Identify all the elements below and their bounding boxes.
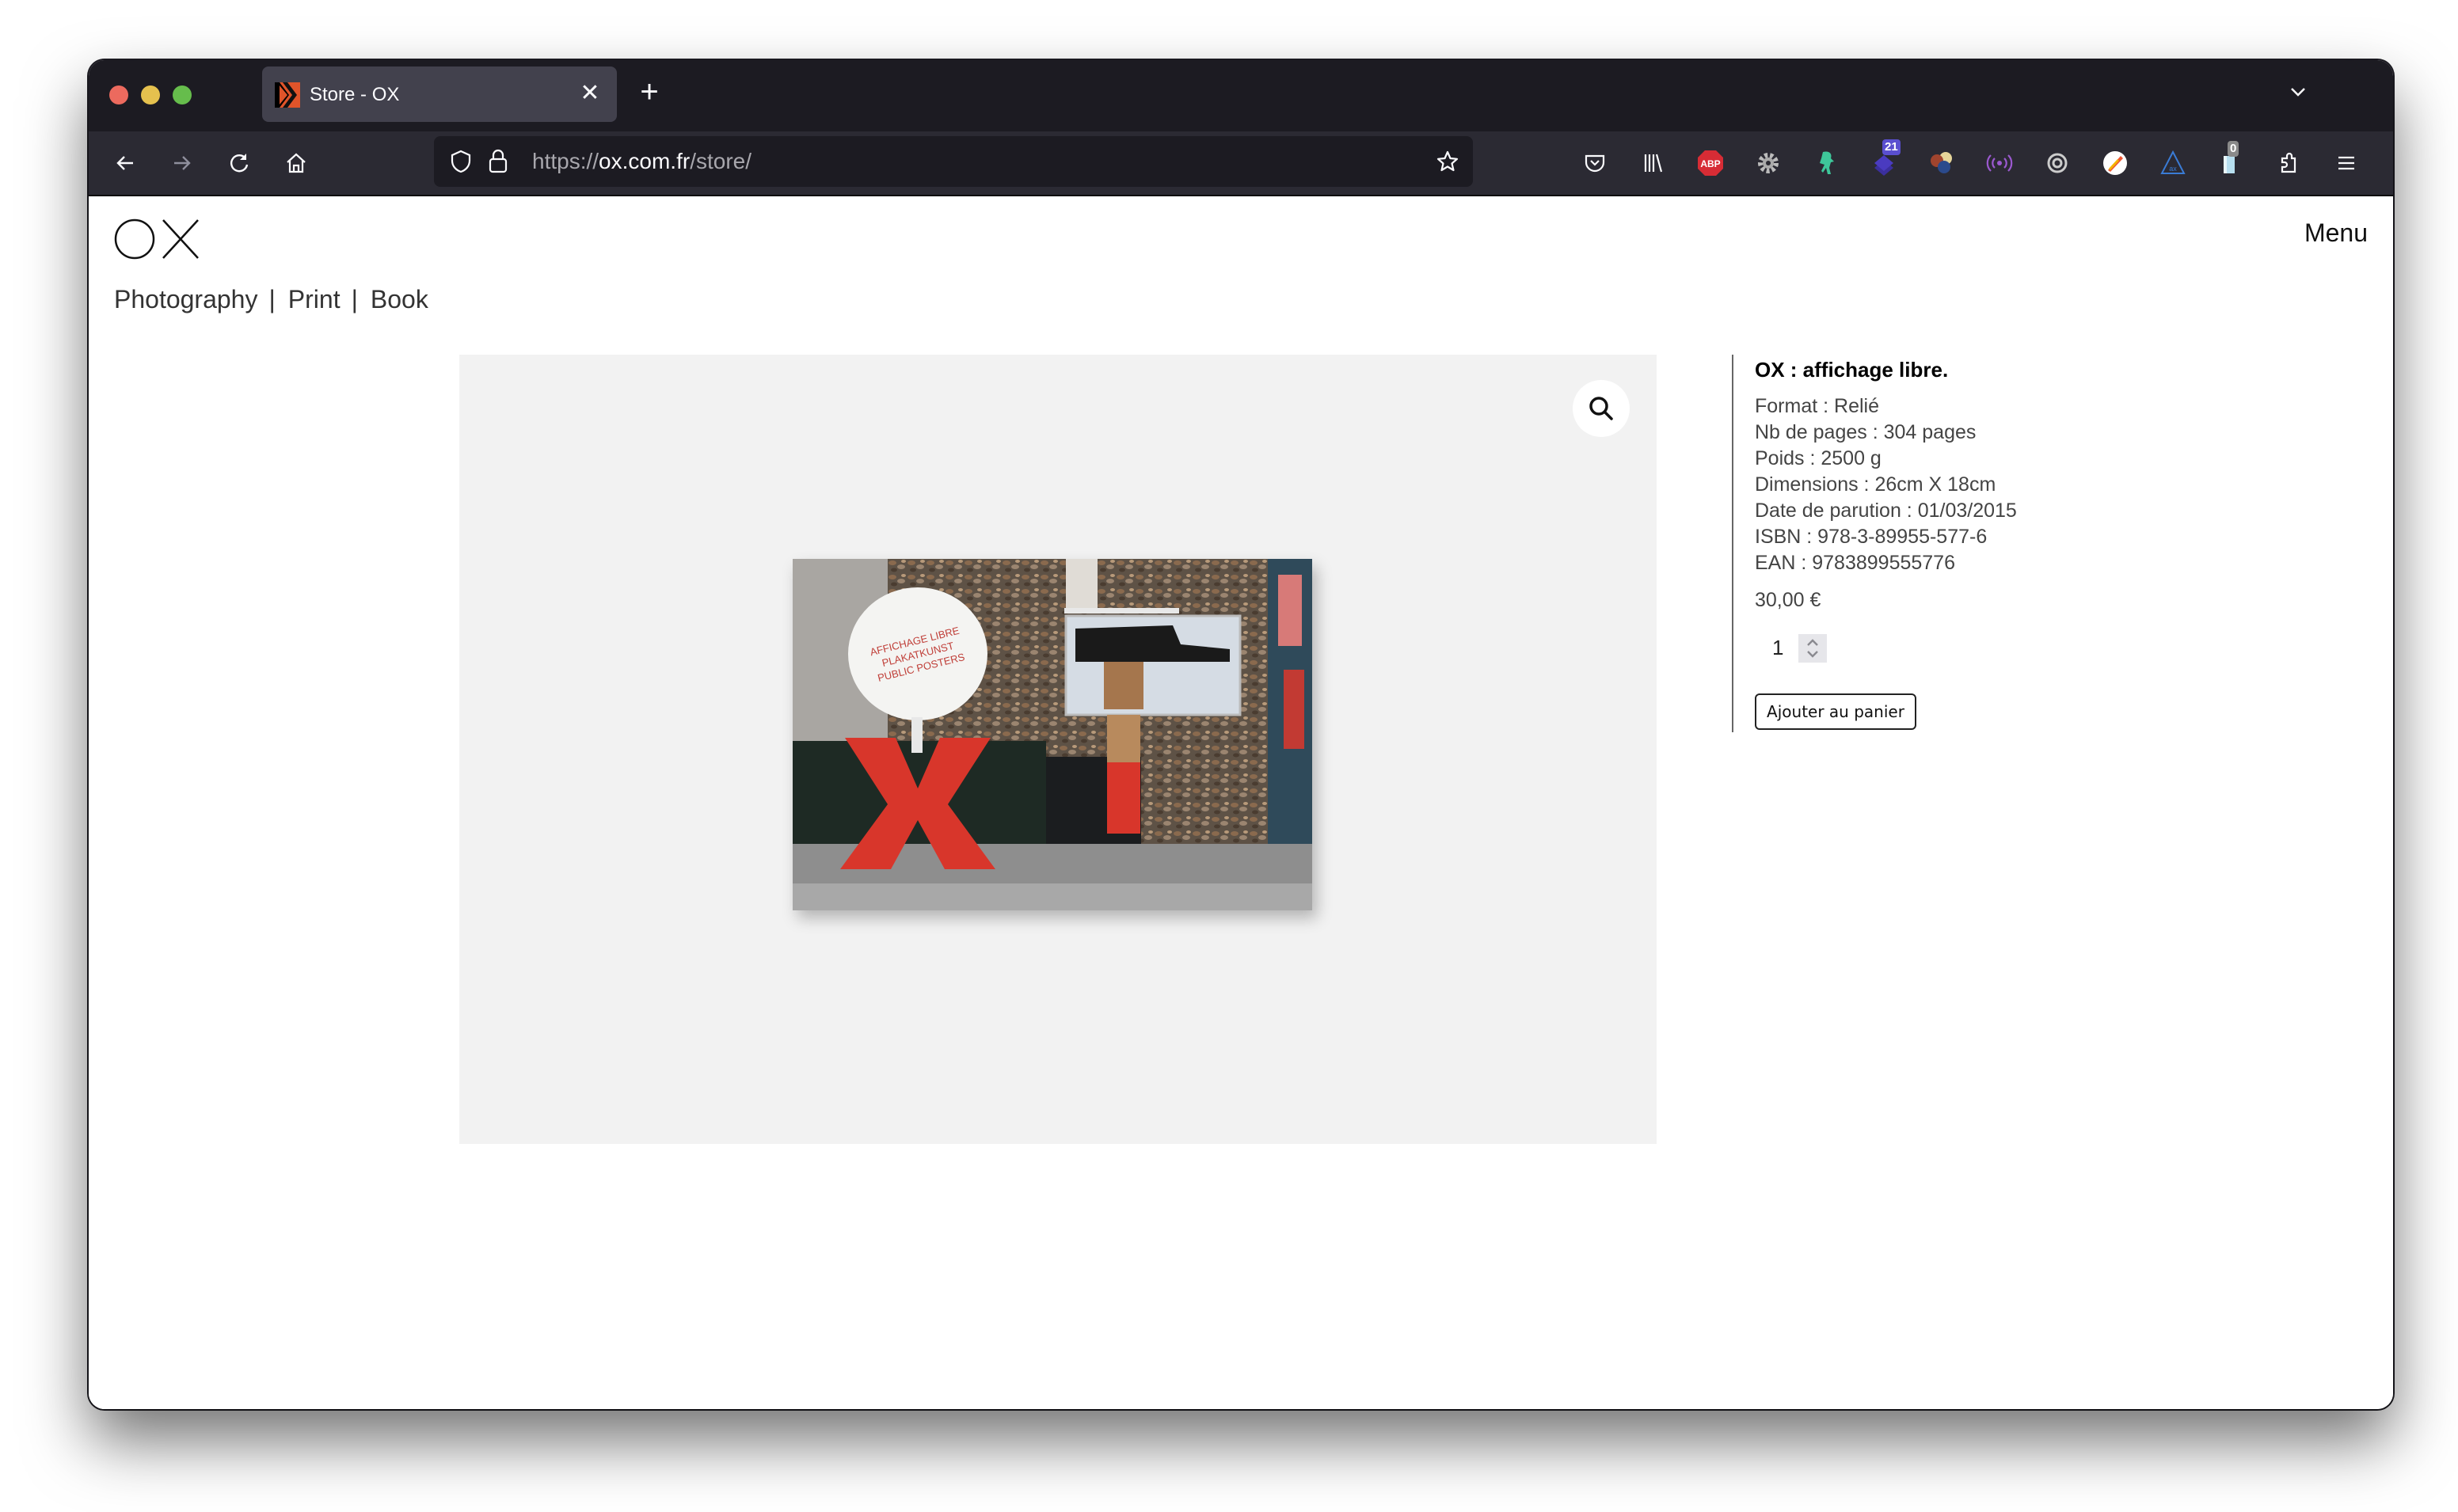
- color-balls-button[interactable]: [1923, 144, 1961, 182]
- broadcast-button[interactable]: [1980, 144, 2019, 182]
- reload-icon: [230, 154, 249, 173]
- ghost-extension-icon: [1820, 151, 1834, 174]
- quantity-input[interactable]: 1: [1772, 636, 1783, 660]
- browser-window: Store - OX ✕ + https://ox.com.fr/store/: [89, 60, 2393, 1409]
- bookmark-star-icon[interactable]: [1435, 149, 1460, 174]
- add-to-cart-button[interactable]: Ajouter au panier: [1755, 693, 1916, 730]
- nav-photography[interactable]: Photography: [114, 285, 257, 314]
- ox-logo[interactable]: [114, 217, 201, 261]
- triangle-ax-icon: ax: [2160, 150, 2186, 174]
- ghost-extension-button[interactable]: [1807, 144, 1845, 182]
- menu-link[interactable]: Menu: [2304, 218, 2368, 248]
- clipboard-extension-button[interactable]: 0: [2212, 141, 2250, 182]
- list-all-tabs-chevron-down-icon[interactable]: [2282, 81, 2314, 104]
- nav-toolbar: https://ox.com.fr/store/ ABP 21 ax 0: [89, 131, 2393, 196]
- new-tab-button[interactable]: +: [632, 74, 667, 109]
- product-title: OX : affichage libre.: [1755, 358, 1949, 382]
- url-text[interactable]: https://ox.com.fr/store/: [532, 149, 751, 174]
- forward-arrow-icon: [174, 156, 191, 170]
- svg-text:ABP: ABP: [1700, 158, 1720, 169]
- url-bar[interactable]: https://ox.com.fr/store/: [434, 136, 1473, 187]
- attr-pages: Nb de pages : 304 pages: [1755, 421, 1977, 443]
- attr-weight: Poids : 2500 g: [1755, 447, 1882, 469]
- image-zoom-button[interactable]: [1573, 380, 1630, 437]
- broadcast-icon: [1986, 154, 2013, 172]
- tab-store-ox[interactable]: Store - OX ✕: [262, 66, 617, 122]
- sync-icon: [2047, 153, 2068, 173]
- category-nav: Photography | Print | Book: [114, 285, 428, 314]
- layers-badge: 21: [1882, 139, 1901, 155]
- quantity-stepper[interactable]: 1: [1755, 633, 2017, 664]
- url-path: /store/: [690, 149, 751, 173]
- tab-close-icon[interactable]: ✕: [577, 79, 603, 108]
- attr-format: Format : Relié: [1755, 395, 1879, 417]
- reload-button[interactable]: [220, 144, 258, 182]
- lock-icon[interactable]: [486, 147, 510, 174]
- sync-button[interactable]: [2038, 144, 2076, 182]
- hamburger-menu-icon: [2338, 156, 2354, 170]
- book-cover: AFFICHAGE LIBRE PLAKATKUNST PUBLIC POSTE…: [793, 559, 1312, 910]
- library-icon: [1644, 154, 1663, 173]
- product-image[interactable]: AFFICHAGE LIBRE PLAKATKUNST PUBLIC POSTE…: [459, 355, 1657, 1144]
- layers-extension-button[interactable]: 21: [1865, 139, 1903, 182]
- nav-separator: |: [268, 285, 276, 313]
- pocket-icon: [1585, 154, 1605, 173]
- settings-gear-button[interactable]: [1749, 144, 1787, 182]
- minimize-window-button[interactable]: [141, 85, 160, 104]
- tracking-protection-shield-icon[interactable]: [448, 149, 474, 174]
- app-menu-button[interactable]: [2327, 144, 2365, 182]
- home-button[interactable]: [277, 144, 315, 182]
- pocket-button[interactable]: [1576, 144, 1614, 182]
- adblock-plus-button[interactable]: ABP: [1691, 144, 1729, 182]
- up-down-chevron-icon: [1807, 639, 1818, 658]
- product-attributes: Format : Relié Nb de pages : 304 pages P…: [1755, 393, 2017, 576]
- maximize-window-button[interactable]: [173, 85, 192, 104]
- url-host: ox.com.fr: [599, 149, 691, 173]
- title-bar: Store - OX ✕ +: [89, 60, 2393, 131]
- svg-text:ax: ax: [2169, 165, 2177, 173]
- settings-gear-icon: [1758, 153, 1779, 173]
- colorful-pen-button[interactable]: [2096, 144, 2134, 182]
- product-details: OX : affichage libre. Format : Relié Nb …: [1732, 355, 2129, 732]
- clipboard-badge: 0: [2228, 141, 2239, 157]
- nav-book[interactable]: Book: [371, 285, 428, 314]
- attr-isbn: ISBN : 978-3-89955-577-6: [1755, 526, 1988, 548]
- back-button[interactable]: [106, 144, 144, 182]
- attr-release-date: Date de parution : 01/03/2015: [1755, 500, 2017, 522]
- extensions-puzzle-icon: [2281, 152, 2296, 173]
- close-window-button[interactable]: [109, 85, 128, 104]
- colorful-pen-icon: [2103, 151, 2127, 175]
- ox-favicon-icon: [275, 82, 300, 108]
- magnifier-icon: [1589, 397, 1613, 420]
- back-arrow-icon: [116, 156, 133, 170]
- adblock-plus-icon: ABP: [1698, 150, 1723, 176]
- quantity-spin-buttons[interactable]: [1798, 634, 1827, 663]
- attr-ean: EAN : 9783899555776: [1755, 552, 1955, 574]
- extensions-button[interactable]: [2270, 144, 2308, 182]
- product-price: 30,00 €: [1755, 589, 1821, 611]
- forward-button[interactable]: [163, 144, 201, 182]
- triangle-ax-button[interactable]: ax: [2154, 144, 2192, 182]
- tab-title: Store - OX: [310, 84, 400, 105]
- home-icon: [287, 153, 306, 173]
- library-button[interactable]: [1634, 144, 1672, 182]
- color-balls-icon: [1931, 152, 1952, 173]
- nav-separator: |: [351, 285, 358, 313]
- page-content: Menu Photography | Print | Book AFFICHAG…: [89, 196, 2393, 1409]
- attr-dimensions: Dimensions : 26cm X 18cm: [1755, 473, 1996, 496]
- nav-print[interactable]: Print: [288, 285, 341, 314]
- url-scheme: https://: [532, 149, 599, 173]
